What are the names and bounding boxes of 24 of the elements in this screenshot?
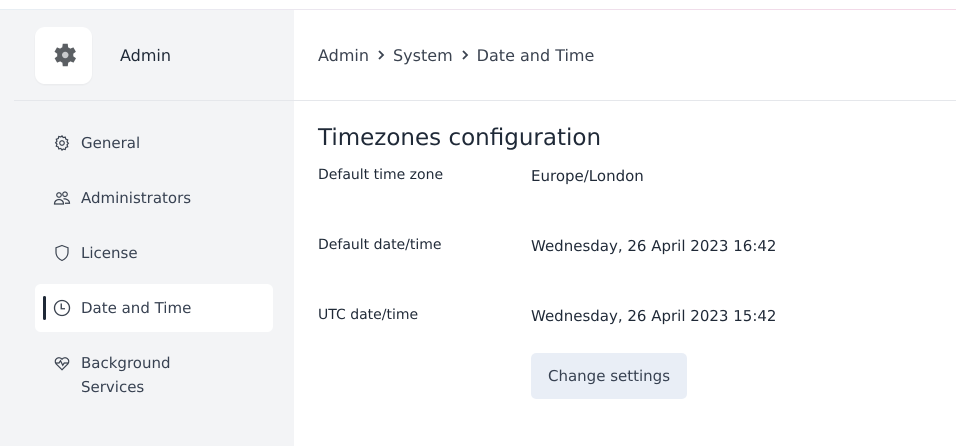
users-icon — [53, 189, 71, 207]
field-value: Wednesday, 26 April 2023 15:42 — [531, 307, 776, 325]
heart-pulse-icon — [53, 354, 71, 372]
gear-icon — [53, 134, 71, 152]
shield-icon — [53, 243, 71, 263]
sidebar-item[interactable]: Background Services — [35, 339, 273, 411]
field-value: Wednesday, 26 April 2023 16:42 — [531, 237, 776, 255]
sidebar-item[interactable]: Date and Time — [35, 284, 273, 332]
chevron-right-icon — [377, 50, 385, 60]
field-label: Default time zone — [318, 167, 444, 183]
sidebar-item[interactable]: General — [35, 119, 273, 167]
app-title: Admin — [120, 46, 171, 64]
sidebar-item[interactable]: Administrators — [35, 174, 273, 222]
chevron-right-icon — [460, 50, 469, 60]
field-value: Europe/London — [531, 167, 644, 185]
breadcrumb-link[interactable]: Admin — [318, 46, 369, 64]
sidebar-item[interactable]: License — [35, 229, 273, 277]
field-label: Default date/time — [318, 237, 443, 253]
breadcrumb-link[interactable]: Date and Time — [476, 46, 594, 64]
clock-icon — [53, 299, 71, 317]
field-label: UTC date/time — [318, 307, 420, 323]
breadcrumb-link[interactable]: System — [393, 46, 453, 64]
change-settings-button[interactable]: Change settings — [531, 353, 688, 399]
section-title: Timezones configuration — [318, 125, 602, 151]
